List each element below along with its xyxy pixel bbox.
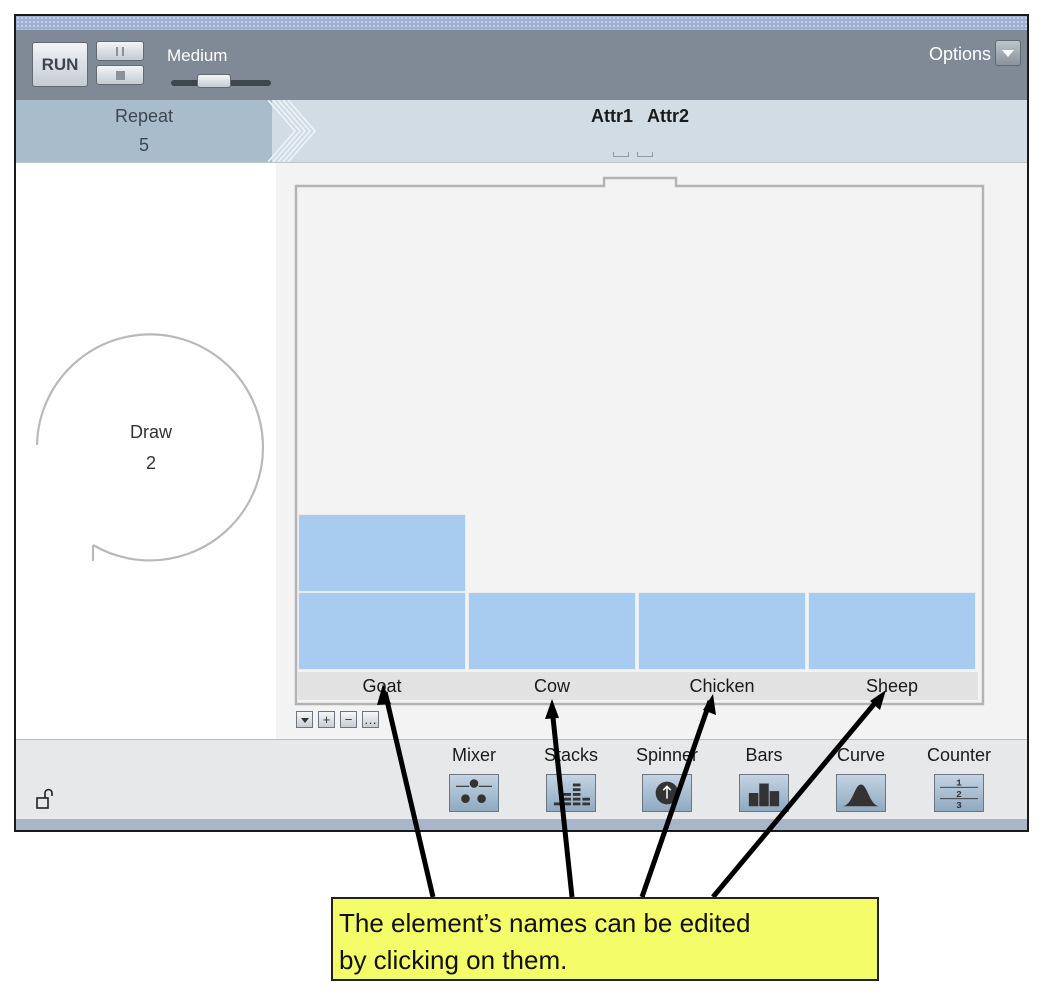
options-dropdown-button[interactable] xyxy=(995,40,1021,66)
speed-label: Medium xyxy=(167,46,228,65)
more-options-button[interactable]: … xyxy=(362,711,379,728)
tool-label-curve: Curve xyxy=(836,745,885,765)
device-menu-button[interactable] xyxy=(296,711,313,728)
stop-button[interactable] xyxy=(96,65,144,85)
repeat-label: Repeat xyxy=(114,106,174,126)
tool-mixer[interactable]: Mixer xyxy=(429,745,519,812)
repeat-chevrons-icon xyxy=(268,100,317,162)
stacks-icon xyxy=(546,774,596,812)
spinner-icon xyxy=(642,774,692,812)
tool-label-stacks: Stacks xyxy=(543,745,599,765)
remove-element-button[interactable]: − xyxy=(340,711,357,728)
element-ball-sheep[interactable] xyxy=(808,592,976,670)
svg-text:1: 1 xyxy=(956,777,962,788)
chevron-down-icon xyxy=(1002,49,1014,57)
element-ball-goat[interactable] xyxy=(298,514,466,592)
tool-spinner[interactable]: Spinner xyxy=(622,745,712,812)
element-label-goat[interactable]: Goat xyxy=(298,676,466,697)
options-menu-label[interactable]: Options xyxy=(929,44,991,65)
window-top-strip xyxy=(16,16,1027,30)
draw-loop-icon xyxy=(35,333,265,562)
pause-icon xyxy=(116,46,124,56)
stop-icon xyxy=(115,70,125,80)
attribute-1-slot xyxy=(613,152,629,157)
callout-line-1: The element’s names can be edited xyxy=(339,908,751,938)
repeat-panel: Draw 2 xyxy=(16,163,276,739)
tool-counter[interactable]: Counter 123 xyxy=(914,745,1004,812)
draw-value[interactable]: 2 xyxy=(16,453,286,474)
element-ball-goat[interactable] xyxy=(298,592,466,670)
tool-label-counter: Counter xyxy=(926,745,992,765)
pause-button[interactable] xyxy=(96,41,144,61)
mixer-icon xyxy=(449,774,499,812)
lock-open-icon[interactable] xyxy=(36,788,54,810)
tool-bars[interactable]: Bars xyxy=(719,745,809,812)
top-toolbar: RUN Medium Options xyxy=(16,30,1027,100)
attribute-2-slot xyxy=(637,152,653,157)
add-element-button[interactable]: + xyxy=(318,711,335,728)
window-bottom-strip xyxy=(16,819,1027,830)
attribute-bar: Repeat 5 Attr1 Attr2 xyxy=(16,100,1027,163)
svg-text:3: 3 xyxy=(956,800,962,811)
callout-line-2: by clicking on them. xyxy=(339,945,568,975)
tool-label-bars: Bars xyxy=(745,745,783,765)
element-ball-cow[interactable] xyxy=(468,592,636,670)
svg-text:2: 2 xyxy=(956,789,962,800)
repeat-value[interactable]: 5 xyxy=(16,135,272,156)
curve-icon xyxy=(836,774,886,812)
repeat-box[interactable]: Repeat 5 xyxy=(16,100,272,162)
run-button[interactable]: RUN xyxy=(32,42,88,87)
element-label-cow[interactable]: Cow xyxy=(468,676,636,697)
annotation-callout: The element’s names can be edited by cli… xyxy=(331,897,879,981)
chevron-down-icon xyxy=(300,718,309,724)
element-label-sheep[interactable]: Sheep xyxy=(808,676,976,697)
sampler-window: RUN Medium Options Repeat 5 Attr1 Attr2 xyxy=(14,14,1029,832)
attribute-1-name[interactable]: Attr1 xyxy=(591,106,633,127)
bars-icon xyxy=(739,774,789,812)
element-ball-chicken[interactable] xyxy=(638,592,806,670)
tool-label-spinner: Spinner xyxy=(635,745,699,765)
attribute-2-name[interactable]: Attr2 xyxy=(647,106,689,127)
device-toolbar: Mixer Stacks Spinner Bars Curve Counter … xyxy=(16,739,1027,820)
element-label-chicken[interactable]: Chicken xyxy=(638,676,806,697)
speed-slider-thumb[interactable] xyxy=(197,74,231,88)
tool-stacks[interactable]: Stacks xyxy=(526,745,616,812)
counter-icon: 123 xyxy=(934,774,984,812)
tool-curve[interactable]: Curve xyxy=(816,745,906,812)
tool-label-mixer: Mixer xyxy=(452,745,496,765)
draw-label: Draw xyxy=(129,422,172,442)
